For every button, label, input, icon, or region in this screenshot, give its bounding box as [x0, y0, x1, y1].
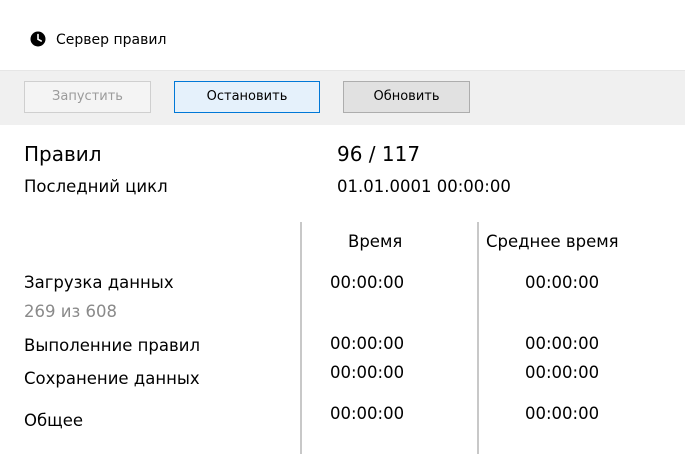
last-cycle-value: 01.01.0001 00:00:00: [337, 177, 511, 196]
total-time: 00:00:00: [330, 404, 405, 423]
last-cycle-label: Последний цикл: [24, 177, 168, 196]
save-data-avg: 00:00:00: [525, 363, 600, 382]
rules-label: Правил: [24, 142, 102, 166]
rules-value: 96 / 117: [337, 142, 421, 166]
title-bar: Сервер правил: [0, 0, 685, 71]
total-avg: 00:00:00: [525, 404, 600, 423]
clock-icon: [30, 31, 46, 47]
toolbar: Запустить Остановить Обновить: [0, 71, 685, 125]
save-data-label: Сохранение данных: [24, 369, 200, 388]
stop-button[interactable]: Остановить: [174, 81, 320, 113]
column-divider: [477, 222, 479, 454]
window-title: Сервер правил: [56, 32, 167, 48]
load-data-time: 00:00:00: [330, 273, 405, 292]
total-label: Общее: [24, 411, 84, 430]
load-data-label: Загрузка данных: [24, 273, 174, 292]
start-button[interactable]: Запустить: [24, 81, 151, 113]
column-divider: [300, 222, 302, 454]
refresh-button[interactable]: Обновить: [343, 81, 470, 113]
time-column-header: Время: [348, 232, 403, 251]
load-data-avg: 00:00:00: [525, 273, 600, 292]
rules-execution-time: 00:00:00: [330, 334, 405, 353]
save-data-time: 00:00:00: [330, 363, 405, 382]
rules-execution-avg: 00:00:00: [525, 334, 600, 353]
status-panel: Правил 96 / 117 Последний цикл 01.01.000…: [0, 126, 685, 461]
rule-server-window: Сервер правил Запустить Остановить Обнов…: [0, 0, 685, 461]
avg-time-column-header: Среднее время: [486, 232, 619, 251]
load-data-progress: 269 из 608: [24, 302, 117, 321]
rules-execution-label: Выполенние правил: [24, 336, 200, 355]
